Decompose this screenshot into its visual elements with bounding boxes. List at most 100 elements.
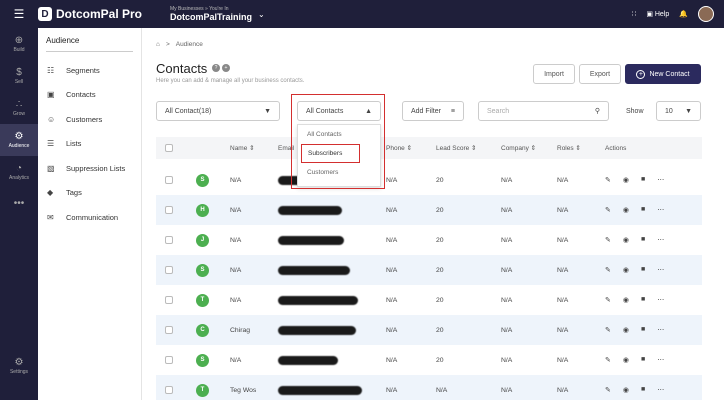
row-checkbox[interactable] xyxy=(165,206,173,214)
header-company[interactable]: Company ⇕ xyxy=(501,144,557,152)
view-icon[interactable]: ◉ xyxy=(623,266,629,274)
redacted-email xyxy=(278,235,344,245)
header-phone[interactable]: Phone ⇕ xyxy=(386,144,436,152)
more-icon[interactable]: ⋯ xyxy=(657,206,664,214)
subnav-item-segments[interactable]: ☷ Segments xyxy=(38,58,141,83)
edit-icon[interactable]: ✎ xyxy=(605,296,611,304)
row-checkbox[interactable] xyxy=(165,296,173,304)
page-size-select[interactable]: 10 ▼ xyxy=(656,101,701,121)
breadcrumb-separator: > xyxy=(165,41,170,48)
edit-icon[interactable]: ✎ xyxy=(605,326,611,334)
menu-icon[interactable]: ☰ xyxy=(0,0,38,28)
table-row[interactable]: J N/A N/A 20 N/A N/A ✎ ◉ ■ ⋯ xyxy=(156,225,702,255)
import-button[interactable]: Import xyxy=(533,64,575,84)
subnav-item-suppression[interactable]: ▧ Suppression Lists xyxy=(38,156,141,181)
view-icon[interactable]: ◉ xyxy=(623,296,629,304)
rail-item-audience[interactable]: ⚙ Audience xyxy=(0,124,38,156)
contact-avatar: C xyxy=(196,323,209,337)
more-icon[interactable]: ⋯ xyxy=(657,356,664,364)
edit-icon[interactable]: ✎ xyxy=(605,356,611,364)
row-checkbox[interactable] xyxy=(165,266,173,274)
subnav-item-communication[interactable]: ✉ Communication xyxy=(38,205,141,230)
view-icon[interactable]: ◉ xyxy=(623,356,629,364)
header-name[interactable]: Name ⇕ xyxy=(230,144,278,152)
delete-icon[interactable]: ■ xyxy=(641,356,645,364)
rail-item-build[interactable]: ⊕ Build xyxy=(0,28,38,60)
subnav-item-lists[interactable]: ☰ Lists xyxy=(38,132,141,157)
table-row[interactable]: H N/A N/A 20 N/A N/A ✎ ◉ ■ ⋯ xyxy=(156,195,702,225)
row-checkbox[interactable] xyxy=(165,326,173,334)
page-title: Contacts xyxy=(156,61,208,76)
more-icon[interactable]: ⋯ xyxy=(657,386,664,394)
view-icon[interactable]: ◉ xyxy=(623,386,629,394)
chevron-down-icon[interactable]: ⌄ xyxy=(258,10,265,19)
export-button[interactable]: Export xyxy=(579,64,621,84)
edit-icon[interactable]: ✎ xyxy=(605,236,611,244)
table-row[interactable]: S N/A N/A 20 N/A N/A ✎ ◉ ■ ⋯ xyxy=(156,345,702,375)
row-checkbox[interactable] xyxy=(165,356,173,364)
table-row[interactable]: C Chirag N/A 20 N/A N/A ✎ ◉ ■ ⋯ xyxy=(156,315,702,345)
table-row[interactable]: S N/A N/A 20 N/A N/A ✎ ◉ ■ ⋯ xyxy=(156,165,702,195)
add-icon[interactable]: + xyxy=(222,64,230,72)
more-icon[interactable]: ⋯ xyxy=(657,296,664,304)
row-checkbox[interactable] xyxy=(165,386,173,394)
view-icon[interactable]: ◉ xyxy=(623,236,629,244)
view-icon[interactable]: ◉ xyxy=(623,326,629,334)
more-icon[interactable]: ⋯ xyxy=(657,266,664,274)
rail-item-sell[interactable]: $ Sell xyxy=(0,60,38,92)
rail-item-grow[interactable]: ∴ Grow xyxy=(0,92,38,124)
edit-icon[interactable]: ✎ xyxy=(605,176,611,184)
cell-lead-score: 20 xyxy=(436,296,444,304)
rail-item-settings[interactable]: ⚙ Settings xyxy=(0,350,38,382)
select-all-checkbox[interactable] xyxy=(165,144,173,152)
build-icon: ⊕ xyxy=(14,35,24,46)
search-icon: ⚲ xyxy=(594,108,600,115)
subnav-item-tags[interactable]: ◆ Tags xyxy=(38,181,141,206)
view-icon[interactable]: ◉ xyxy=(623,176,629,184)
header-actions: Actions xyxy=(605,144,627,152)
help-button[interactable]: ▣ Help xyxy=(646,10,669,18)
cell-company: N/A xyxy=(501,356,513,364)
rail-item-more[interactable]: ••• xyxy=(0,188,38,220)
table-row[interactable]: T N/A N/A 20 N/A N/A ✎ ◉ ■ ⋯ xyxy=(156,285,702,315)
new-contact-button[interactable]: + New Contact xyxy=(625,64,701,84)
edit-icon[interactable]: ✎ xyxy=(605,266,611,274)
home-icon[interactable]: ⌂ xyxy=(156,41,160,48)
table-row[interactable]: S N/A N/A 20 N/A N/A ✎ ◉ ■ ⋯ xyxy=(156,255,702,285)
delete-icon[interactable]: ■ xyxy=(641,296,645,304)
view-icon[interactable]: ◉ xyxy=(623,206,629,214)
help-icon[interactable]: ? xyxy=(212,64,220,72)
bell-icon[interactable]: 🔔 xyxy=(679,10,688,18)
table-row[interactable]: T Teg Wos N/A N/A N/A N/A ✎ ◉ ■ ⋯ xyxy=(156,375,702,400)
edit-icon[interactable]: ✎ xyxy=(605,206,611,214)
breadcrumb: ⌂ > Audience xyxy=(156,41,203,48)
more-icon[interactable]: ⋯ xyxy=(657,326,664,334)
subnav-item-contacts[interactable]: ▣ Contacts xyxy=(38,83,141,108)
delete-icon[interactable]: ■ xyxy=(641,176,645,184)
delete-icon[interactable]: ■ xyxy=(641,266,645,274)
header-lead-score[interactable]: Lead Score ⇕ xyxy=(436,144,501,152)
edit-icon[interactable]: ✎ xyxy=(605,386,611,394)
cell-lead-score: 20 xyxy=(436,356,444,364)
rail-item-analytics[interactable]: ◔ Analytics xyxy=(0,156,38,188)
add-filter-button[interactable]: Add Filter ≡ xyxy=(402,101,464,121)
grid-icon[interactable]: ∷ xyxy=(632,10,636,18)
redacted-email xyxy=(278,265,350,275)
cell-phone: N/A xyxy=(386,296,398,304)
more-icon[interactable]: ⋯ xyxy=(657,236,664,244)
header-roles[interactable]: Roles ⇕ xyxy=(557,144,601,152)
row-checkbox[interactable] xyxy=(165,176,173,184)
business-switcher[interactable]: My Businesses » You're In DotcomPalTrain… xyxy=(170,6,252,22)
cell-name: Teg Wos xyxy=(230,386,257,394)
avatar[interactable] xyxy=(698,6,714,22)
delete-icon[interactable]: ■ xyxy=(641,206,645,214)
search-input[interactable]: Search ⚲ xyxy=(478,101,609,121)
more-icon[interactable]: ⋯ xyxy=(657,176,664,184)
row-checkbox[interactable] xyxy=(165,236,173,244)
subnav-item-customers[interactable]: ☺ Customers xyxy=(38,107,141,132)
all-contact-select[interactable]: All Contact(18) ▼ xyxy=(156,101,280,121)
contact-avatar: J xyxy=(196,233,209,247)
delete-icon[interactable]: ■ xyxy=(641,386,645,394)
delete-icon[interactable]: ■ xyxy=(641,236,645,244)
delete-icon[interactable]: ■ xyxy=(641,326,645,334)
